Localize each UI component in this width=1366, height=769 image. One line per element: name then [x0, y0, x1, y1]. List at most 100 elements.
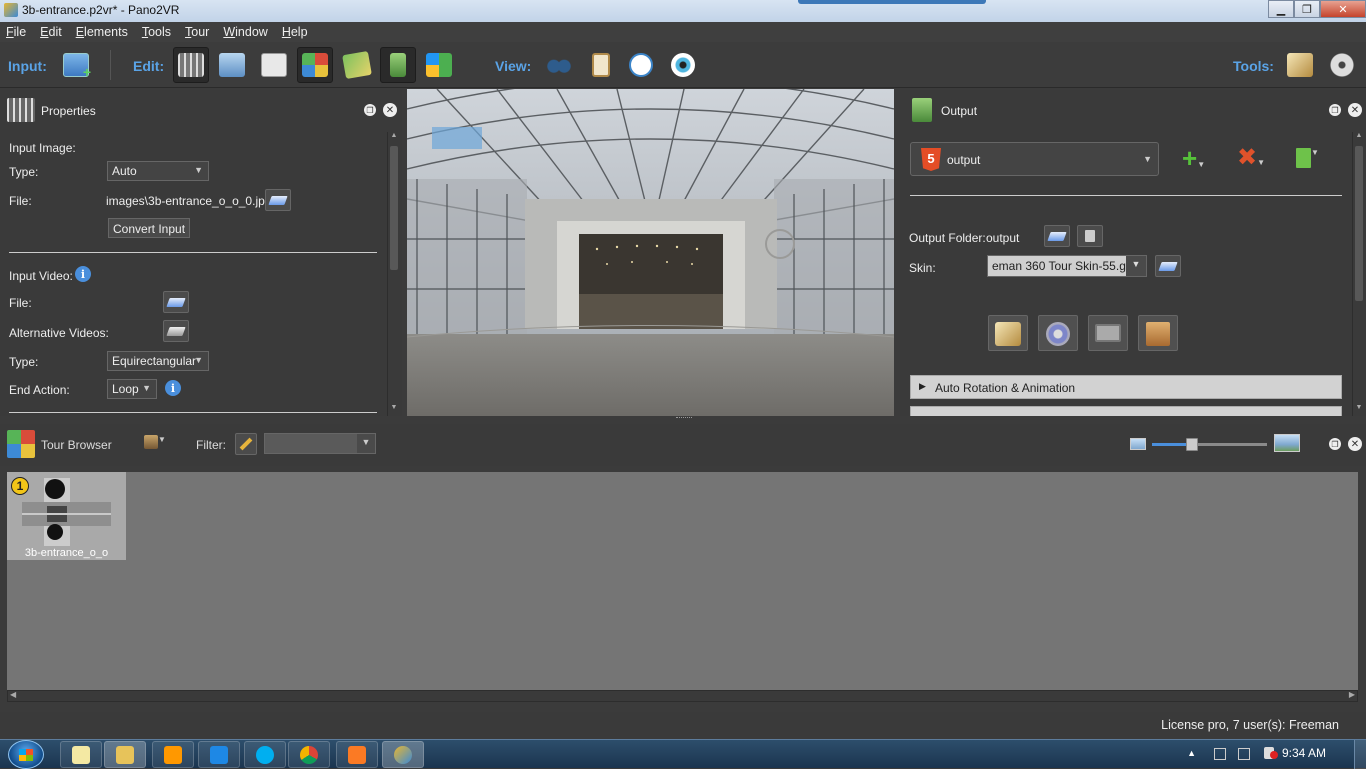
output-wizard-button[interactable] — [988, 315, 1028, 351]
folder-icon — [166, 297, 186, 307]
taskbar-chrome[interactable] — [288, 741, 330, 768]
taskbar-sublime[interactable] — [152, 741, 194, 768]
clear-output-folder-button[interactable] — [1077, 225, 1103, 247]
convert-input-button[interactable]: Convert Input — [108, 218, 191, 238]
info-icon[interactable]: i — [75, 266, 91, 282]
close-window-button[interactable]: ✕ — [1320, 0, 1366, 18]
output-folder-label: Output Folder: — [909, 231, 986, 245]
google-street-view-button[interactable] — [421, 47, 457, 83]
browse-alternative-videos-button[interactable] — [163, 320, 189, 342]
float-panel-button[interactable]: ❐ — [1329, 104, 1341, 116]
eye-button[interactable] — [665, 47, 701, 83]
add-output-button[interactable]: +▼ — [1182, 145, 1205, 176]
float-panel-button[interactable]: ❐ — [364, 104, 376, 116]
browse-output-folder-button[interactable] — [1044, 225, 1070, 247]
properties-scrollbar[interactable]: ▲ ▼ — [387, 132, 399, 416]
add-input-button[interactable]: + — [58, 47, 94, 83]
tools-label: Tools: — [1233, 58, 1274, 74]
video-file-label: File: — [9, 296, 32, 310]
viewing-parameters-button[interactable] — [214, 47, 250, 83]
tour-browser-edit-button[interactable] — [297, 47, 333, 83]
delete-output-button[interactable]: ✖▼ — [1237, 146, 1265, 175]
tray-flag-icon[interactable] — [1214, 748, 1226, 760]
output-format-select[interactable]: 5 output ▼ — [910, 142, 1159, 176]
eye-icon — [671, 53, 695, 77]
taskbar-xampp[interactable] — [336, 741, 378, 768]
end-action-select[interactable]: Loop ▼ — [107, 379, 157, 399]
filter-select[interactable]: ▼ — [264, 433, 376, 454]
minimize-button[interactable]: ▁ — [1268, 0, 1294, 18]
skype-icon — [256, 745, 274, 764]
user-data-button[interactable] — [256, 47, 292, 83]
menu-tools[interactable]: Tools — [142, 25, 171, 39]
thumbnail-small-icon — [1130, 438, 1146, 450]
skin-select[interactable]: eman 360 Tour Skin-55.ggsk ▼ — [987, 255, 1147, 277]
input-type-select[interactable]: Auto ▼ — [107, 161, 209, 181]
dashboard-button[interactable] — [623, 47, 659, 83]
tour-node-thumbnail[interactable]: 1 3b-entrance_o_o — [7, 472, 126, 560]
folder-icon — [116, 745, 134, 764]
filter-edit-button[interactable] — [235, 433, 257, 455]
preview-button[interactable] — [541, 47, 577, 83]
video-tool-button[interactable] — [1324, 47, 1360, 83]
next-section-header[interactable] — [910, 406, 1342, 416]
taskbar-explorer[interactable] — [104, 741, 146, 768]
output-gear-icon — [912, 98, 932, 122]
taskbar-skype[interactable] — [244, 741, 286, 768]
output-options-button[interactable]: ▼ — [1296, 148, 1319, 171]
auto-rotation-section-header[interactable]: ▶ Auto Rotation & Animation — [910, 375, 1342, 399]
properties-editor-button[interactable] — [173, 47, 209, 83]
browse-skin-button[interactable] — [1155, 255, 1181, 277]
pano2vr-icon — [394, 745, 412, 764]
taskbar-notepad[interactable] — [60, 741, 102, 768]
tour-map-button[interactable] — [339, 47, 375, 83]
output-edit-button[interactable] — [380, 47, 416, 83]
start-button[interactable] — [8, 740, 44, 769]
output-preview-button[interactable] — [1088, 315, 1128, 351]
output-package-button[interactable] — [1138, 315, 1178, 351]
taskbar-vscode[interactable] — [198, 741, 240, 768]
video-type-label: Type: — [9, 355, 39, 369]
clipboard-icon — [592, 53, 610, 77]
pencil-icon — [239, 437, 253, 451]
thumbnail-size-slider[interactable] — [1152, 438, 1267, 451]
tour-browser-area[interactable]: 1 3b-entrance_o_o — [7, 472, 1358, 690]
menu-tour[interactable]: Tour — [185, 25, 209, 39]
panorama-viewer[interactable] — [407, 89, 894, 416]
close-panel-button[interactable]: ✕ — [383, 103, 397, 117]
output-settings-button[interactable] — [1038, 315, 1078, 351]
menu-elements[interactable]: Elements — [76, 25, 128, 39]
folder-icon — [166, 326, 186, 336]
panorama-view-icon — [219, 53, 245, 77]
google-maps-icon — [426, 53, 452, 77]
tray-network-icon[interactable] — [1238, 748, 1250, 760]
slider-handle[interactable] — [1186, 438, 1198, 451]
gear-icon — [1046, 322, 1070, 346]
menu-window[interactable]: Window — [223, 25, 267, 39]
pano2vr-app-icon — [4, 3, 18, 17]
taskbar-pano2vr[interactable] — [382, 741, 424, 768]
clipboard-button[interactable] — [583, 47, 619, 83]
menu-help[interactable]: Help — [282, 25, 308, 39]
menu-file[interactable]: File — [6, 25, 26, 39]
maximize-button[interactable]: ❐ — [1294, 0, 1320, 18]
close-panel-button[interactable]: ✕ — [1348, 437, 1362, 451]
show-desktop-button[interactable] — [1354, 740, 1366, 769]
tray-volume-icon[interactable] — [1264, 747, 1278, 759]
wizard-tool-button[interactable] — [1282, 47, 1318, 83]
taskbar-clock[interactable]: 9:34 AM — [1282, 746, 1326, 760]
browse-input-file-button[interactable] — [265, 189, 291, 211]
browse-video-file-button[interactable] — [163, 291, 189, 313]
tray-expand-icon[interactable]: ▲ — [1187, 748, 1196, 758]
float-panel-button[interactable]: ❐ — [1329, 438, 1341, 450]
output-scrollbar[interactable]: ▲ ▼ — [1352, 132, 1364, 416]
tour-sort-button[interactable]: ▼ — [144, 435, 168, 453]
video-type-select[interactable]: Equirectangular ▼ — [107, 351, 209, 371]
menu-edit[interactable]: Edit — [40, 25, 62, 39]
info-icon[interactable]: i — [165, 380, 181, 396]
output-panel: 5 output ▼ +▼ ✖▼ ▼ Output Folder: output… — [900, 130, 1366, 416]
tour-horizontal-scrollbar[interactable]: ◀ ▶ — [7, 690, 1358, 702]
splitter-handle[interactable] — [676, 417, 692, 421]
document-icon — [1296, 148, 1311, 168]
close-panel-button[interactable]: ✕ — [1348, 103, 1362, 117]
